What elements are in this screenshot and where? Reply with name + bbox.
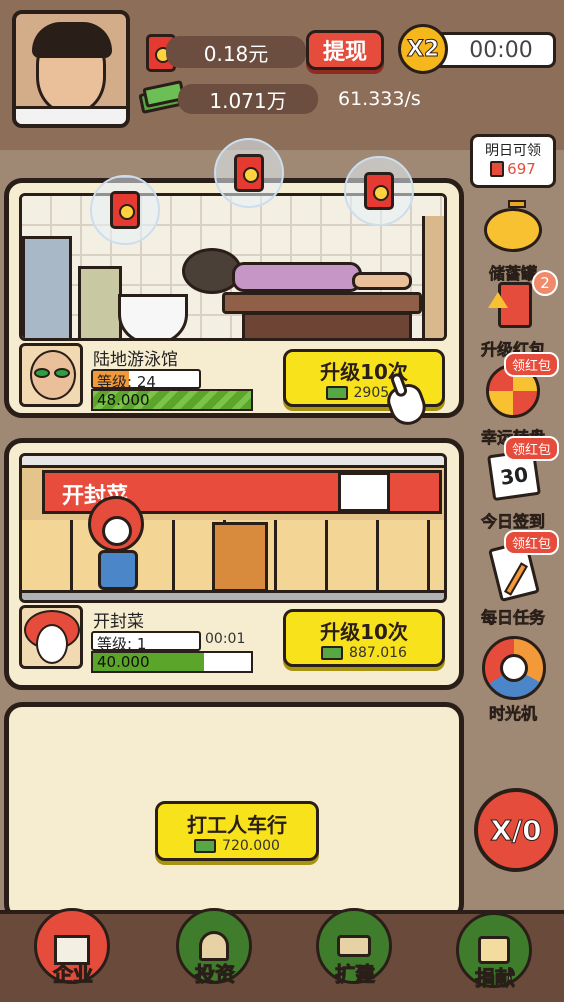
piggy-bank-icon bbox=[482, 196, 544, 258]
cash-balance: 0.18元 bbox=[166, 36, 306, 68]
time-machine-icon bbox=[482, 636, 546, 700]
tomorrow-title: 明日可领 bbox=[485, 143, 541, 159]
double-income-button[interactable]: X2 bbox=[398, 24, 448, 74]
task-reward-badge: 领红包 bbox=[504, 530, 560, 555]
withdraw-button[interactable]: 提现 bbox=[306, 30, 384, 70]
cash-icon bbox=[194, 838, 217, 853]
nav-label: 捐献 bbox=[475, 966, 516, 991]
nav-label: 企业 bbox=[53, 962, 94, 987]
locked-business-card: 打工人车行 720.000 bbox=[4, 702, 464, 922]
checkin-reward-badge: 领红包 bbox=[504, 436, 560, 461]
red-envelope-icon bbox=[490, 161, 505, 177]
upgrade-cost: 887.016 bbox=[349, 644, 407, 661]
red-envelope-icon bbox=[234, 154, 264, 192]
business-scene: 开封菜 bbox=[19, 453, 447, 603]
nav-enterprise[interactable]: 企业 bbox=[28, 908, 118, 987]
nav-label: 投资 bbox=[195, 962, 236, 987]
coin-balance: 1.071万 bbox=[178, 84, 318, 114]
player-avatar[interactable] bbox=[12, 10, 130, 128]
red-envelope-icon bbox=[110, 191, 140, 229]
daily-task-label: 每日任务 bbox=[480, 608, 546, 628]
upgrade-count-badge: 2 bbox=[532, 270, 558, 296]
upgrade-button[interactable]: 升级10次 887.016 bbox=[283, 609, 445, 667]
tomorrow-amount: 697 bbox=[507, 160, 536, 178]
tap-hand-icon bbox=[379, 371, 435, 430]
income-value: 48.000 bbox=[97, 391, 150, 409]
time-machine-button[interactable]: 时光机 bbox=[468, 636, 558, 724]
upgrade-button-label: 升级10次 bbox=[320, 619, 408, 644]
nav-donate[interactable]: 捐献 bbox=[450, 912, 540, 991]
manager-avatar bbox=[19, 605, 83, 669]
x0-bomb-button[interactable]: X/0 bbox=[474, 788, 558, 872]
nav-invest[interactable]: 投资 bbox=[170, 908, 260, 987]
manager-avatar bbox=[19, 343, 83, 407]
tomorrow-reward-box[interactable]: 明日可领 697 bbox=[470, 134, 556, 188]
unlock-cost: 720.000 bbox=[222, 837, 280, 854]
red-envelope-bubble[interactable] bbox=[90, 175, 160, 245]
level-box: 等级: 1 bbox=[91, 631, 201, 653]
business-name: 开封菜 bbox=[93, 612, 144, 632]
locked-business-name: 打工人车行 bbox=[187, 812, 287, 837]
income-progress-bar: 48.000 bbox=[91, 389, 253, 411]
multiplier-timer: 00:00 bbox=[430, 32, 556, 68]
daily-checkin-label: 今日签到 bbox=[480, 512, 546, 532]
time-machine-label: 时光机 bbox=[488, 704, 538, 724]
wheel-reward-badge: 领红包 bbox=[504, 352, 560, 377]
red-envelope-bubble[interactable] bbox=[344, 156, 414, 226]
level-box: 等级: 24 bbox=[91, 369, 201, 391]
business-card-kfc: 开封菜 开封菜 等级: 1 00:01 40.000 升级10次 887.016 bbox=[4, 438, 464, 690]
red-envelope-bubble[interactable] bbox=[214, 138, 284, 208]
nav-expand[interactable]: 扩建 bbox=[310, 908, 400, 987]
nav-label: 扩建 bbox=[335, 962, 376, 987]
cash-icon bbox=[325, 385, 348, 400]
business-name: 陆地游泳馆 bbox=[93, 350, 178, 370]
unlock-business-button[interactable]: 打工人车行 720.000 bbox=[155, 801, 319, 861]
income-value: 40.000 bbox=[97, 653, 150, 671]
red-envelope-icon bbox=[364, 172, 394, 210]
cash-icon bbox=[321, 645, 344, 660]
income-progress-bar: 40.000 bbox=[91, 651, 253, 673]
production-timer: 00:01 bbox=[205, 631, 246, 647]
income-rate: 61.333/s bbox=[338, 88, 421, 110]
